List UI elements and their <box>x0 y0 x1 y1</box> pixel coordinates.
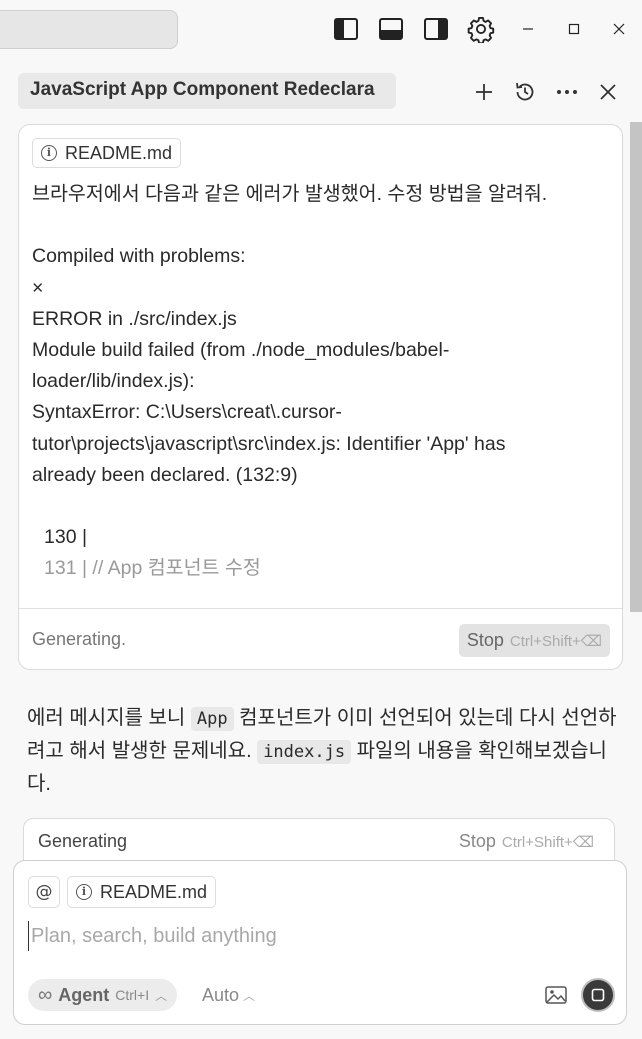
message-line: SyntaxError: C:\Users\creat\.cursor- <box>32 401 342 424</box>
gear-icon[interactable] <box>466 14 496 44</box>
message-line: tutor\projects\javascript\src\index.js: … <box>32 432 506 455</box>
message-line: Module build failed (from ./node_modules… <box>32 339 450 362</box>
inline-code: index.js <box>257 740 352 764</box>
composer: @ i README.md ∞ Agent Ctrl+I ︿ Auto ︿ <box>13 860 627 1025</box>
scrollbar[interactable] <box>630 122 642 612</box>
info-icon: i <box>41 145 57 161</box>
message-line <box>32 210 602 241</box>
stop-shortcut: Ctrl+Shift+⌫ <box>509 632 602 650</box>
attachment-chip[interactable]: i README.md <box>32 138 182 168</box>
title-bar <box>0 0 642 60</box>
stop-button[interactable]: Stop Ctrl+Shift+⌫ <box>459 831 594 852</box>
close-icon[interactable] <box>593 77 623 107</box>
message-line: loader/lib/index.js): <box>32 370 195 393</box>
assistant-text: 에러 메시지를 보니 <box>27 707 191 729</box>
history-icon[interactable] <box>510 77 540 107</box>
stop-generation-button[interactable] <box>581 978 615 1012</box>
chat-title-tab[interactable]: JavaScript App Component Redeclara <box>18 73 396 109</box>
generating-label: Generating <box>38 831 128 851</box>
inline-code: App <box>190 707 234 731</box>
infinity-icon: ∞ <box>38 983 53 1006</box>
chevron-up-icon: ︿ <box>155 988 168 1003</box>
info-icon: i <box>76 884 92 900</box>
minimize-button[interactable] <box>513 14 543 44</box>
model-selector[interactable]: Auto ︿ <box>202 985 255 1006</box>
message-line <box>32 491 602 522</box>
user-message-card[interactable]: i README.md 브라우저에서 다음과 같은 에러가 발생했어. 수정 방… <box>18 124 623 670</box>
toggle-left-panel-icon[interactable] <box>331 14 361 44</box>
attachment-chip[interactable]: i README.md <box>67 876 217 908</box>
code-line: 131 | // App 컴포넌트 수정 <box>44 557 261 580</box>
stop-label: Stop <box>458 831 496 851</box>
model-label: Auto <box>202 985 240 1005</box>
attachment-label: README.md <box>65 142 173 163</box>
plus-icon[interactable] <box>469 77 499 107</box>
message-line: × <box>32 276 44 299</box>
agent-shortcut: Ctrl+I <box>115 987 150 1003</box>
user-message-text: 브라우저에서 다음과 같은 에러가 발생했어. 수정 방법을 알려줘. Comp… <box>32 179 602 585</box>
attachment-label: README.md <box>100 881 208 902</box>
message-line: ERROR in ./src/index.js <box>32 307 237 330</box>
toggle-bottom-panel-icon[interactable] <box>376 14 406 44</box>
message-footer: Generating. Stop Ctrl+Shift+⌫ <box>19 608 622 669</box>
command-search-box[interactable] <box>0 10 178 49</box>
message-line: 브라우저에서 다음과 같은 에러가 발생했어. 수정 방법을 알려줘. <box>32 183 548 205</box>
generating-status: Generating. <box>32 629 127 649</box>
image-icon[interactable] <box>542 981 570 1009</box>
composer-input[interactable] <box>28 921 588 951</box>
stop-label: Stop <box>466 630 504 650</box>
chat-header: JavaScript App Component Redeclara <box>0 60 642 120</box>
message-line: Compiled with problems: <box>32 245 246 268</box>
code-line: 130 | <box>44 526 88 549</box>
assistant-message: 에러 메시지를 보니 App 컴포넌트가 이미 선언되어 있는데 다시 선언하려… <box>27 702 617 800</box>
agent-mode-selector[interactable]: ∞ Agent Ctrl+I ︿ <box>28 979 178 1011</box>
close-window-button[interactable] <box>604 14 634 44</box>
stop-button[interactable]: Stop Ctrl+Shift+⌫ <box>458 624 610 657</box>
message-line: already been declared. (132:9) <box>32 463 298 486</box>
more-icon[interactable] <box>552 77 582 107</box>
maximize-button[interactable] <box>559 14 589 44</box>
chevron-up-icon: ︿ <box>243 989 256 1003</box>
agent-label: Agent <box>58 984 110 1005</box>
stop-shortcut: Ctrl+Shift+⌫ <box>501 833 594 851</box>
mention-button[interactable]: @ <box>28 876 60 908</box>
toggle-right-panel-icon[interactable] <box>421 14 451 44</box>
